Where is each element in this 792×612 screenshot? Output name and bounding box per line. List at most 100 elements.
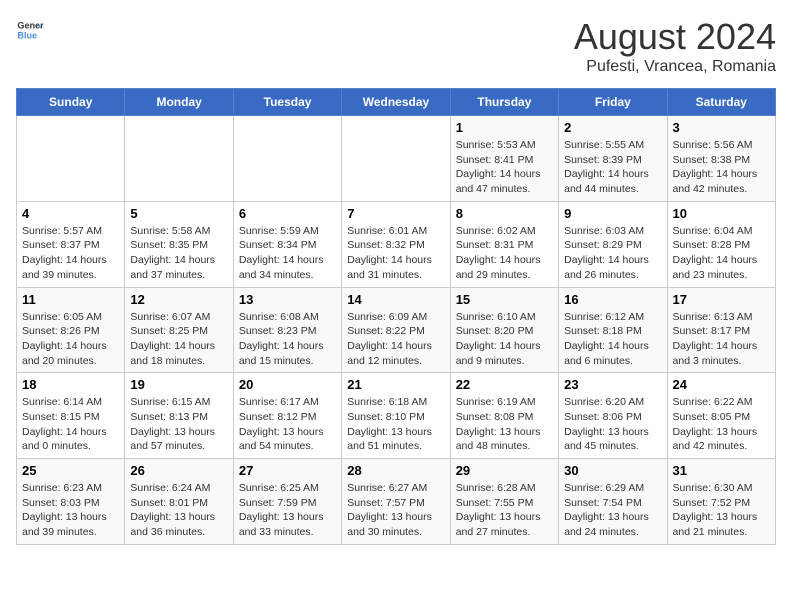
day-info: Sunrise: 6:17 AM Sunset: 8:12 PM Dayligh… — [239, 395, 336, 454]
day-info: Sunrise: 6:15 AM Sunset: 8:13 PM Dayligh… — [130, 395, 227, 454]
day-number: 5 — [130, 206, 227, 221]
day-info: Sunrise: 6:10 AM Sunset: 8:20 PM Dayligh… — [456, 310, 553, 369]
day-number: 31 — [673, 463, 770, 478]
day-number: 2 — [564, 120, 661, 135]
calendar-cell: 20 Sunrise: 6:17 AM Sunset: 8:12 PM Dayli… — [233, 373, 341, 459]
day-info: Sunrise: 6:30 AM Sunset: 7:52 PM Dayligh… — [673, 481, 770, 540]
calendar-cell — [125, 116, 233, 202]
day-number: 26 — [130, 463, 227, 478]
calendar-cell: 10 Sunrise: 6:04 AM Sunset: 8:28 PM Dayli… — [667, 201, 775, 287]
week-row-1: 1Sunrise: 5:53 AM Sunset: 8:41 PM Daylig… — [17, 116, 776, 202]
day-info: Sunrise: 6:24 AM Sunset: 8:01 PM Dayligh… — [130, 481, 227, 540]
calendar-cell: 15 Sunrise: 6:10 AM Sunset: 8:20 PM Dayli… — [450, 287, 558, 373]
calendar-cell: 27 Sunrise: 6:25 AM Sunset: 7:59 PM Dayli… — [233, 459, 341, 545]
day-header-sunday: Sunday — [17, 89, 125, 116]
day-info: Sunrise: 6:20 AM Sunset: 8:06 PM Dayligh… — [564, 395, 661, 454]
day-info: Sunrise: 6:25 AM Sunset: 7:59 PM Dayligh… — [239, 481, 336, 540]
calendar-cell: 5 Sunrise: 5:58 AM Sunset: 8:35 PM Daylig… — [125, 201, 233, 287]
day-info: Sunrise: 6:13 AM Sunset: 8:17 PM Dayligh… — [673, 310, 770, 369]
calendar-cell: 9 Sunrise: 6:03 AM Sunset: 8:29 PM Daylig… — [559, 201, 667, 287]
day-header-monday: Monday — [125, 89, 233, 116]
day-info: Sunrise: 5:58 AM Sunset: 8:35 PM Dayligh… — [130, 224, 227, 283]
day-info: Sunrise: 6:09 AM Sunset: 8:22 PM Dayligh… — [347, 310, 444, 369]
week-row-2: 4Sunrise: 5:57 AM Sunset: 8:37 PM Daylig… — [17, 201, 776, 287]
calendar-cell — [17, 116, 125, 202]
day-info: Sunrise: 6:28 AM Sunset: 7:55 PM Dayligh… — [456, 481, 553, 540]
calendar-cell: 21Sunrise: 6:18 AM Sunset: 8:10 PM Dayli… — [342, 373, 450, 459]
title-area: August 2024 Pufesti, Vrancea, Romania — [574, 16, 776, 76]
day-info: Sunrise: 6:23 AM Sunset: 8:03 PM Dayligh… — [22, 481, 119, 540]
calendar-cell: 29 Sunrise: 6:28 AM Sunset: 7:55 PM Dayli… — [450, 459, 558, 545]
day-number: 3 — [673, 120, 770, 135]
calendar-cell: 4Sunrise: 5:57 AM Sunset: 8:37 PM Daylig… — [17, 201, 125, 287]
day-info: Sunrise: 6:08 AM Sunset: 8:23 PM Dayligh… — [239, 310, 336, 369]
day-number: 7 — [347, 206, 444, 221]
day-number: 25 — [22, 463, 119, 478]
day-number: 11 — [22, 292, 119, 307]
day-info: Sunrise: 6:14 AM Sunset: 8:15 PM Dayligh… — [22, 395, 119, 454]
main-title: August 2024 — [574, 16, 776, 58]
day-info: Sunrise: 6:27 AM Sunset: 7:57 PM Dayligh… — [347, 481, 444, 540]
calendar-cell: 7 Sunrise: 6:01 AM Sunset: 8:32 PM Daylig… — [342, 201, 450, 287]
day-number: 19 — [130, 377, 227, 392]
header: General Blue August 2024 Pufesti, Vrance… — [16, 16, 776, 76]
logo-icon: General Blue — [16, 16, 44, 44]
calendar-cell: 17 Sunrise: 6:13 AM Sunset: 8:17 PM Dayli… — [667, 287, 775, 373]
day-info: Sunrise: 5:55 AM Sunset: 8:39 PM Dayligh… — [564, 138, 661, 197]
calendar-cell: 26 Sunrise: 6:24 AM Sunset: 8:01 PM Dayli… — [125, 459, 233, 545]
calendar-cell: 14 Sunrise: 6:09 AM Sunset: 8:22 PM Dayli… — [342, 287, 450, 373]
calendar-cell: 3Sunrise: 5:56 AM Sunset: 8:38 PM Daylig… — [667, 116, 775, 202]
calendar-cell: 11 Sunrise: 6:05 AM Sunset: 8:26 PM Dayli… — [17, 287, 125, 373]
day-number: 18 — [22, 377, 119, 392]
svg-text:General: General — [17, 21, 44, 31]
week-row-5: 25 Sunrise: 6:23 AM Sunset: 8:03 PM Dayli… — [17, 459, 776, 545]
calendar-cell: 25 Sunrise: 6:23 AM Sunset: 8:03 PM Dayli… — [17, 459, 125, 545]
day-header-row: SundayMondayTuesdayWednesdayThursdayFrid… — [17, 89, 776, 116]
day-number: 24 — [673, 377, 770, 392]
day-number: 20 — [239, 377, 336, 392]
day-info: Sunrise: 5:57 AM Sunset: 8:37 PM Dayligh… — [22, 224, 119, 283]
day-number: 29 — [456, 463, 553, 478]
day-number: 17 — [673, 292, 770, 307]
day-info: Sunrise: 6:04 AM Sunset: 8:28 PM Dayligh… — [673, 224, 770, 283]
calendar-cell: 19 Sunrise: 6:15 AM Sunset: 8:13 PM Dayli… — [125, 373, 233, 459]
calendar-table: SundayMondayTuesdayWednesdayThursdayFrid… — [16, 88, 776, 545]
calendar-cell: 6 Sunrise: 5:59 AM Sunset: 8:34 PM Daylig… — [233, 201, 341, 287]
day-header-saturday: Saturday — [667, 89, 775, 116]
day-number: 28 — [347, 463, 444, 478]
day-info: Sunrise: 6:05 AM Sunset: 8:26 PM Dayligh… — [22, 310, 119, 369]
day-info: Sunrise: 6:01 AM Sunset: 8:32 PM Dayligh… — [347, 224, 444, 283]
subtitle: Pufesti, Vrancea, Romania — [574, 58, 776, 76]
day-info: Sunrise: 5:59 AM Sunset: 8:34 PM Dayligh… — [239, 224, 336, 283]
day-number: 27 — [239, 463, 336, 478]
calendar-cell: 18 Sunrise: 6:14 AM Sunset: 8:15 PM Dayli… — [17, 373, 125, 459]
day-info: Sunrise: 6:07 AM Sunset: 8:25 PM Dayligh… — [130, 310, 227, 369]
day-header-tuesday: Tuesday — [233, 89, 341, 116]
day-number: 10 — [673, 206, 770, 221]
day-header-wednesday: Wednesday — [342, 89, 450, 116]
day-number: 14 — [347, 292, 444, 307]
calendar-cell: 12 Sunrise: 6:07 AM Sunset: 8:25 PM Dayli… — [125, 287, 233, 373]
week-row-4: 18 Sunrise: 6:14 AM Sunset: 8:15 PM Dayli… — [17, 373, 776, 459]
day-info: Sunrise: 5:53 AM Sunset: 8:41 PM Dayligh… — [456, 138, 553, 197]
calendar-cell: 1Sunrise: 5:53 AM Sunset: 8:41 PM Daylig… — [450, 116, 558, 202]
calendar-cell: 31 Sunrise: 6:30 AM Sunset: 7:52 PM Dayli… — [667, 459, 775, 545]
day-number: 13 — [239, 292, 336, 307]
calendar-cell: 28 Sunrise: 6:27 AM Sunset: 7:57 PM Dayli… — [342, 459, 450, 545]
day-header-thursday: Thursday — [450, 89, 558, 116]
day-info: Sunrise: 6:02 AM Sunset: 8:31 PM Dayligh… — [456, 224, 553, 283]
calendar-cell: 23Sunrise: 6:20 AM Sunset: 8:06 PM Dayli… — [559, 373, 667, 459]
day-number: 12 — [130, 292, 227, 307]
day-info: Sunrise: 6:29 AM Sunset: 7:54 PM Dayligh… — [564, 481, 661, 540]
day-info: Sunrise: 6:03 AM Sunset: 8:29 PM Dayligh… — [564, 224, 661, 283]
day-number: 15 — [456, 292, 553, 307]
day-number: 30 — [564, 463, 661, 478]
logo: General Blue — [16, 16, 44, 44]
calendar-cell: 8Sunrise: 6:02 AM Sunset: 8:31 PM Daylig… — [450, 201, 558, 287]
day-number: 16 — [564, 292, 661, 307]
day-number: 6 — [239, 206, 336, 221]
day-number: 21 — [347, 377, 444, 392]
day-number: 9 — [564, 206, 661, 221]
week-row-3: 11 Sunrise: 6:05 AM Sunset: 8:26 PM Dayli… — [17, 287, 776, 373]
day-info: Sunrise: 6:12 AM Sunset: 8:18 PM Dayligh… — [564, 310, 661, 369]
